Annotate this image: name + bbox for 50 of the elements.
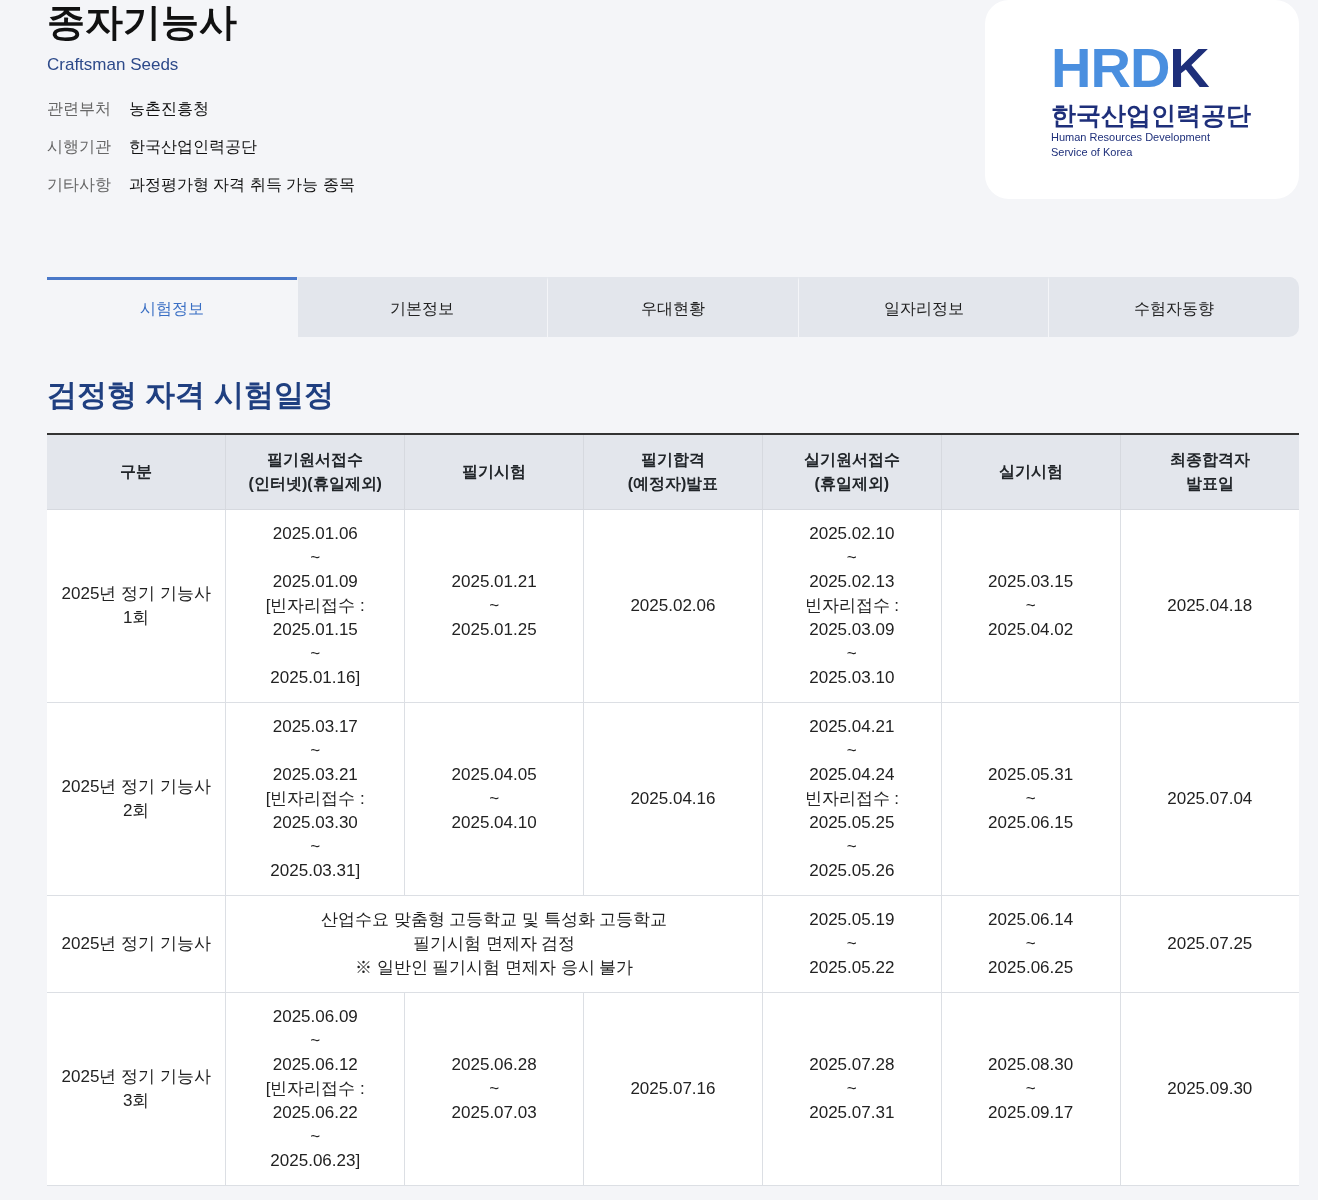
column-header: 필기시험 bbox=[404, 434, 584, 509]
table-cell: 2025.05.19 ~ 2025.05.22 bbox=[762, 895, 942, 992]
table-cell: 2025.06.09 ~ 2025.06.12 [빈자리접수 : 2025.06.22 ~ 2025.06.23] bbox=[225, 992, 405, 1185]
table-cell: 2025년 정기 기능사 1회 bbox=[47, 509, 226, 702]
table-cell: 2025.05.31 ~ 2025.06.15 bbox=[941, 702, 1121, 895]
logo-english: Service of Korea bbox=[1051, 144, 1134, 160]
table-cell: 2025.03.15 ~ 2025.04.02 bbox=[941, 509, 1121, 702]
table-cell: 2025.06.28 ~ 2025.07.03 bbox=[404, 992, 584, 1185]
table-cell: 2025.04.16 bbox=[583, 702, 763, 895]
table-cell: 2025.08.30 ~ 2025.09.17 bbox=[941, 992, 1121, 1185]
table-cell: 2025.01.06 ~ 2025.01.09 [빈자리접수 : 2025.01.15 ~ 2025.01.16] bbox=[225, 509, 405, 702]
info-value: 한국산업인력공단 bbox=[129, 138, 257, 156]
table-cell: 2025.03.17 ~ 2025.03.21 [빈자리접수 : 2025.03.30 ~ 2025.03.31] bbox=[225, 702, 405, 895]
tab[interactable]: 일자리정보 bbox=[797, 277, 1049, 337]
column-header: 구분 bbox=[47, 434, 226, 509]
page-title: 종자기능사 bbox=[47, 0, 238, 45]
info-label: 기타사항 bbox=[47, 175, 112, 196]
column-header: 필기합격 (예정자)발표 bbox=[583, 434, 763, 509]
info-label: 관련부처 bbox=[47, 99, 112, 120]
table-cell: 2025.02.10 ~ 2025.02.13 빈자리접수 : 2025.03.09 ~ 2025.03.10 bbox=[762, 509, 942, 702]
table-cell: 2025.07.04 bbox=[1120, 702, 1299, 895]
table-cell: 2025.02.06 bbox=[583, 509, 763, 702]
tab[interactable]: 우대현황 bbox=[547, 277, 798, 337]
table-cell: 2025.07.16 bbox=[583, 992, 763, 1185]
section-title: 검정형 자격 시험일정 bbox=[47, 377, 335, 413]
table-cell: 2025.01.21 ~ 2025.01.25 bbox=[404, 509, 584, 702]
info-value: 농촌진흥청 bbox=[129, 100, 209, 118]
tab[interactable]: 기본정보 bbox=[296, 277, 548, 337]
info-value: 과정평가형 자격 취득 가능 종목 bbox=[129, 176, 355, 194]
table-cell: 2025.06.14 ~ 2025.06.25 bbox=[941, 895, 1121, 992]
table-cell: 산업수요 맞춤형 고등학교 및 특성화 고등학교 필기시험 면제자 검정 ※ 일반인 필기시험 면제자 응시 불가 bbox=[225, 895, 763, 992]
table-cell: 2025.04.21 ~ 2025.04.24 빈자리접수 : 2025.05.25 ~ 2025.05.26 bbox=[762, 702, 942, 895]
table-cell: 2025.04.05 ~ 2025.04.10 bbox=[404, 702, 584, 895]
column-header: 실기시험 bbox=[941, 434, 1121, 509]
table-cell: 2025년 정기 기능사 bbox=[47, 895, 226, 992]
table-cell: 2025년 정기 기능사 2회 bbox=[47, 702, 226, 895]
column-header: 최종합격자 발표일 bbox=[1120, 434, 1299, 509]
table-cell: 2025.04.18 bbox=[1120, 509, 1299, 702]
logo-mark: HRDK bbox=[1051, 39, 1210, 96]
column-header: 실기원서접수 (휴일제외) bbox=[762, 434, 942, 509]
table-cell: 2025년 정기 기능사 3회 bbox=[47, 992, 226, 1185]
table-cell: 2025.09.30 bbox=[1120, 992, 1299, 1185]
subtitle: Craftsman Seeds bbox=[47, 53, 180, 76]
logo-english: Human Resources Development bbox=[1051, 129, 1211, 145]
info-label: 시행기관 bbox=[47, 137, 112, 158]
logo-name: 한국산업인력공단 bbox=[1051, 99, 1252, 130]
column-header: 필기원서접수 (인터넷)(휴일제외) bbox=[225, 434, 405, 509]
table-cell: 2025.07.28 ~ 2025.07.31 bbox=[762, 992, 942, 1185]
tab[interactable]: 수험자동향 bbox=[1048, 277, 1299, 337]
table-cell: 2025.07.25 bbox=[1120, 895, 1299, 992]
